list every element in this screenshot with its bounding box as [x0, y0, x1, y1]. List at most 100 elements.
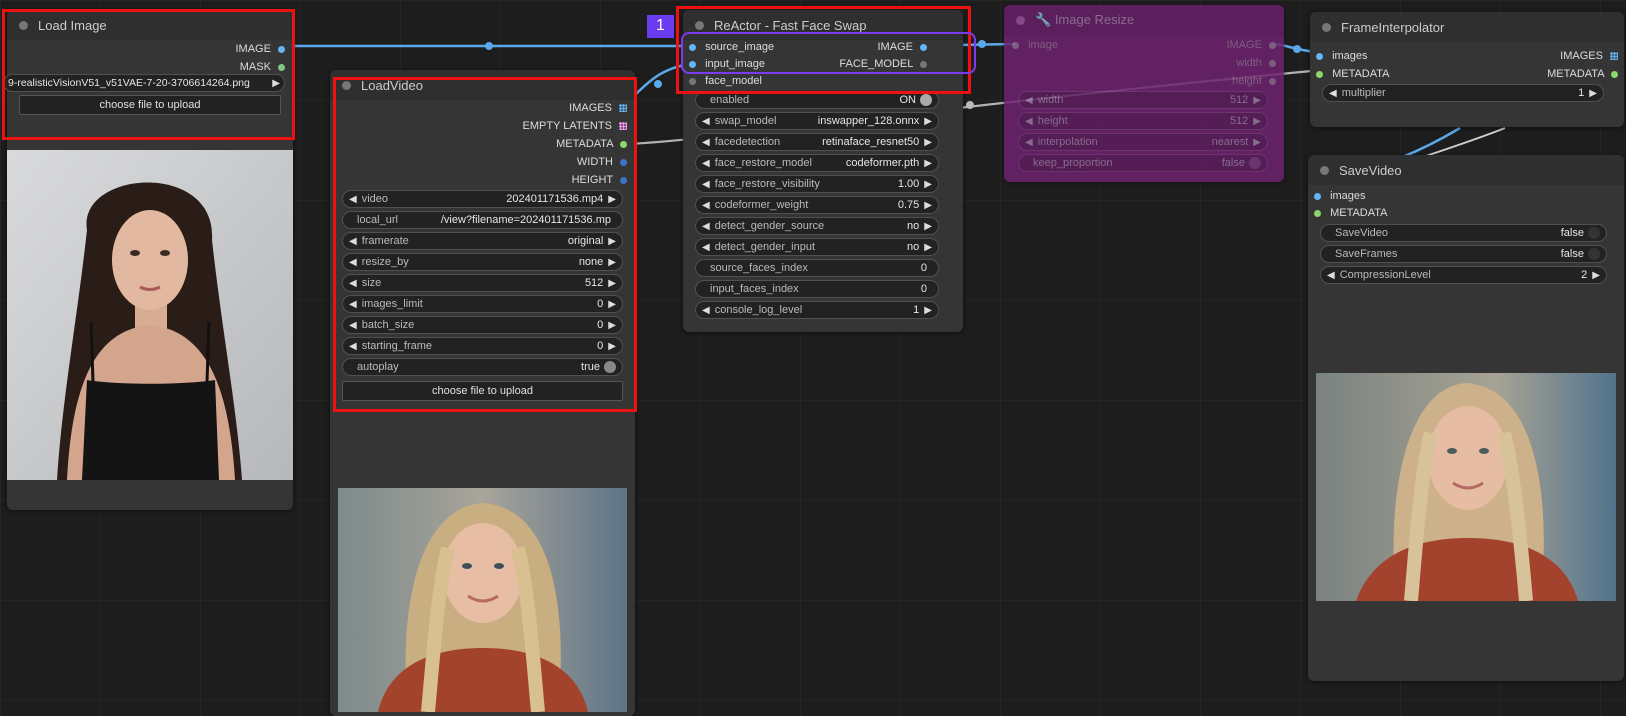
widget-label: face_restore_visibility	[714, 178, 820, 190]
output-images[interactable]: IMAGES	[1560, 48, 1618, 64]
frame-interpolator-node[interactable]: FrameInterpolator images METADATA IMAGES…	[1310, 12, 1624, 127]
widget-keep-proportion[interactable]: keep_proportion false	[1018, 154, 1268, 172]
arrow-left-icon[interactable]: ◀	[1327, 270, 1335, 281]
arrow-left-icon[interactable]: ◀	[702, 179, 710, 190]
image-resize-node[interactable]: 🔧 Image Resize image IMAGE width height …	[1004, 5, 1284, 182]
highlight-load-image	[2, 9, 295, 140]
frame-interpolator-header[interactable]: FrameInterpolator	[1310, 12, 1624, 42]
node-title-text: Image Resize	[1054, 12, 1135, 27]
widget-value: ON	[899, 94, 917, 106]
arrow-right-icon[interactable]: ▶	[924, 158, 932, 169]
widget-multiplier[interactable]: ◀ multiplier 1 ▶	[1322, 84, 1604, 102]
widget-label: multiplier	[1341, 87, 1386, 99]
output-label: METADATA	[1547, 68, 1604, 80]
widget-compressionlevel[interactable]: ◀ CompressionLevel 2 ▶	[1320, 266, 1607, 284]
widget-label: enabled	[710, 94, 750, 106]
input-image[interactable]: image	[1012, 37, 1058, 53]
widget-value: false	[1221, 157, 1245, 169]
widget-codeformer-weight[interactable]: ◀ codeformer_weight 0.75 ▶	[695, 196, 939, 214]
highlight-load-video	[333, 77, 637, 412]
arrow-left-icon[interactable]: ◀	[702, 137, 710, 148]
input-images[interactable]: images	[1316, 48, 1368, 64]
widget-source-faces-index[interactable]: source_faces_index 0	[695, 259, 939, 277]
widget-detect-gender-input[interactable]: ◀ detect_gender_input no ▶	[695, 238, 939, 256]
save-video-node[interactable]: SaveVideo images METADATA SaveVideo fals…	[1308, 155, 1624, 681]
image-pin-icon[interactable]	[1316, 52, 1323, 60]
arrow-left-icon[interactable]: ◀	[702, 305, 710, 316]
widget-face-restore-model[interactable]: ◀ face_restore_model codeformer.pth ▶	[695, 154, 939, 172]
arrow-right-icon[interactable]: ▶	[924, 305, 932, 316]
image-pin-icon[interactable]	[1314, 192, 1321, 200]
node-title: 🔧 Image Resize	[1035, 12, 1135, 27]
arrow-left-icon[interactable]: ◀	[1025, 116, 1033, 127]
arrow-right-icon[interactable]: ▶	[1253, 137, 1261, 148]
input-label: images	[1332, 50, 1368, 62]
widget-value: 0	[920, 262, 927, 274]
metadata-pin-icon[interactable]	[1316, 70, 1323, 78]
step-badge: 1	[647, 15, 674, 38]
widget-swap-model[interactable]: ◀ swap_model inswapper_128.onnx ▶	[695, 112, 939, 130]
arrow-left-icon[interactable]: ◀	[702, 200, 710, 211]
image-pin-icon[interactable]	[1012, 41, 1019, 49]
widget-width[interactable]: ◀ width 512 ▶	[1018, 91, 1268, 109]
widget-input-faces-index[interactable]: input_faces_index 0	[695, 280, 939, 298]
save-video-header[interactable]: SaveVideo	[1308, 155, 1624, 185]
arrow-right-icon[interactable]: ▶	[1589, 88, 1597, 99]
widget-face-restore-visibility[interactable]: ◀ face_restore_visibility 1.00 ▶	[695, 175, 939, 193]
metadata-pin-icon[interactable]	[1611, 70, 1618, 78]
input-metadata[interactable]: METADATA	[1314, 205, 1388, 221]
widget-label: input_faces_index	[710, 283, 799, 295]
arrow-left-icon[interactable]: ◀	[702, 116, 710, 127]
output-image[interactable]: IMAGE	[1226, 37, 1276, 53]
output-label: width	[1236, 57, 1262, 69]
input-metadata[interactable]: METADATA	[1316, 66, 1390, 82]
image-pin-icon[interactable]	[1269, 41, 1276, 49]
arrow-left-icon[interactable]: ◀	[702, 221, 710, 232]
arrow-right-icon[interactable]: ▶	[1253, 95, 1261, 106]
image-resize-header[interactable]: 🔧 Image Resize	[1004, 5, 1284, 35]
collapse-dot-icon[interactable]	[1016, 15, 1025, 25]
toggle-knob-icon[interactable]	[920, 94, 932, 106]
widget-label: codeformer_weight	[714, 199, 809, 211]
output-metadata[interactable]: METADATA	[1547, 66, 1618, 82]
arrow-left-icon[interactable]: ◀	[1025, 137, 1033, 148]
toggle-knob-icon[interactable]	[1249, 157, 1261, 169]
widget-detect-gender-source[interactable]: ◀ detect_gender_source no ▶	[695, 217, 939, 235]
toggle-knob-icon[interactable]	[1588, 248, 1600, 260]
widget-value: 2	[1581, 269, 1588, 281]
arrow-right-icon[interactable]: ▶	[924, 242, 932, 253]
output-height[interactable]: height	[1232, 73, 1276, 89]
widget-value: 1	[913, 304, 920, 316]
arrow-right-icon[interactable]: ▶	[924, 116, 932, 127]
output-width[interactable]: width	[1236, 55, 1276, 71]
arrow-left-icon[interactable]: ◀	[1329, 88, 1337, 99]
int-pin-icon[interactable]	[1269, 59, 1276, 67]
widget-saveframes[interactable]: SaveFrames false	[1320, 245, 1607, 263]
arrow-left-icon[interactable]: ◀	[702, 158, 710, 169]
metadata-pin-icon[interactable]	[1314, 209, 1321, 217]
widget-value: 0	[920, 283, 927, 295]
arrow-right-icon[interactable]: ▶	[1253, 116, 1261, 127]
images-pin-icon[interactable]	[1610, 52, 1618, 61]
collapse-dot-icon[interactable]	[1320, 165, 1329, 175]
widget-label: CompressionLevel	[1339, 269, 1431, 281]
collapse-dot-icon[interactable]	[1322, 22, 1331, 32]
int-pin-icon[interactable]	[1269, 77, 1276, 85]
widget-label: facedetection	[714, 136, 781, 148]
input-images[interactable]: images	[1314, 188, 1366, 204]
toggle-knob-icon[interactable]	[1588, 227, 1600, 239]
arrow-right-icon[interactable]: ▶	[924, 221, 932, 232]
arrow-right-icon[interactable]: ▶	[924, 200, 932, 211]
widget-height[interactable]: ◀ height 512 ▶	[1018, 112, 1268, 130]
widget-interpolation[interactable]: ◀ interpolation nearest ▶	[1018, 133, 1268, 151]
widget-label: width	[1037, 94, 1064, 106]
arrow-left-icon[interactable]: ◀	[1025, 95, 1033, 106]
arrow-left-icon[interactable]: ◀	[702, 242, 710, 253]
arrow-right-icon[interactable]: ▶	[924, 137, 932, 148]
widget-console-log-level[interactable]: ◀ console_log_level 1 ▶	[695, 301, 939, 319]
output-preview	[1316, 373, 1616, 601]
arrow-right-icon[interactable]: ▶	[924, 179, 932, 190]
widget-savevideo[interactable]: SaveVideo false	[1320, 224, 1607, 242]
arrow-right-icon[interactable]: ▶	[1592, 270, 1600, 281]
widget-facedetection[interactable]: ◀ facedetection retinaface_resnet50 ▶	[695, 133, 939, 151]
